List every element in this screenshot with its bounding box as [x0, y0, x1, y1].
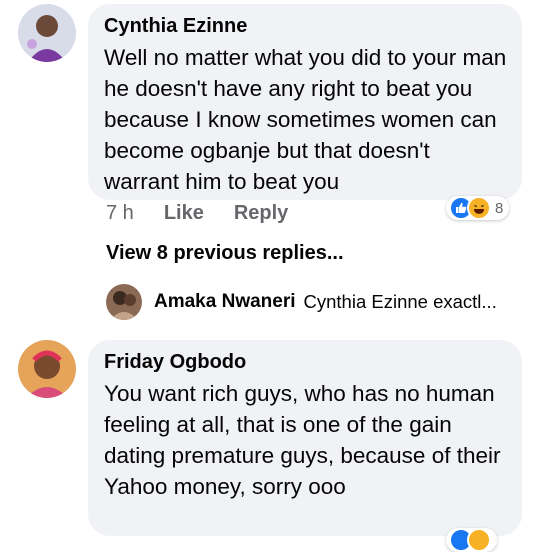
avatar[interactable]: [106, 284, 142, 320]
comment-author[interactable]: Friday Ogbodo: [104, 350, 508, 374]
avatar[interactable]: [18, 4, 76, 62]
comment-text: Well no matter what you did to your man …: [104, 45, 507, 194]
avatar[interactable]: [18, 340, 76, 398]
reply-author[interactable]: Amaka Nwaneri: [154, 291, 296, 313]
haha-icon: [467, 196, 491, 220]
comment-author[interactable]: Cynthia Ezinne: [104, 14, 508, 38]
comment-bubble: Friday Ogbodo You want rich guys, who ha…: [88, 340, 522, 536]
reactions-summary[interactable]: 8: [446, 196, 510, 220]
reaction-count: 8: [495, 199, 504, 217]
comment-bubble: Cynthia Ezinne Well no matter what you d…: [88, 4, 522, 200]
view-previous-replies-link[interactable]: View 8 previous replies...: [106, 242, 344, 265]
comment-text: You want rich guys, who has no human fee…: [104, 381, 501, 499]
reply-preview[interactable]: Amaka Nwaneri Cynthia Ezinne exactl...: [106, 284, 497, 320]
like-button[interactable]: Like: [164, 202, 204, 225]
comment-actions: 7 h Like Reply: [106, 202, 318, 225]
reply-snippet: Cynthia Ezinne exactl...: [303, 291, 497, 312]
reply-button[interactable]: Reply: [234, 202, 288, 225]
reactions-summary[interactable]: [446, 528, 497, 552]
haha-icon: [467, 528, 491, 552]
comment-timestamp[interactable]: 7 h: [106, 202, 134, 225]
